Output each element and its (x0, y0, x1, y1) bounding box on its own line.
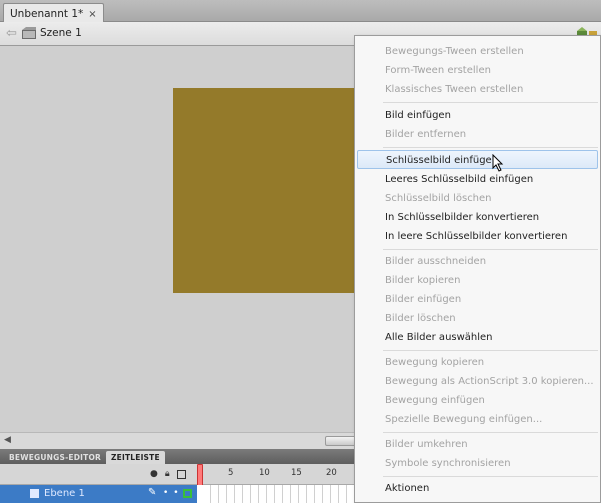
menu-separator (383, 432, 598, 433)
menu-separator (383, 147, 598, 148)
document-tab-title: Unbenannt 1* (10, 8, 84, 20)
outline-icon[interactable] (176, 470, 186, 479)
scroll-left-icon[interactable]: ◀ (4, 435, 11, 445)
pencil-icon: ✎ (148, 487, 157, 498)
tab-motion-editor[interactable]: BEWEGUNGS-EDITOR (4, 451, 106, 464)
layer-icon (30, 489, 39, 498)
menu-item[interactable]: Bewegung als ActionScript 3.0 kopieren..… (355, 372, 600, 391)
context-menu: Bewegungs-Tween erstellen Form-Tween erst… (354, 35, 601, 503)
menu-item[interactable]: Bilder löschen (355, 309, 600, 328)
mouse-cursor-icon (492, 154, 504, 172)
menu-item[interactable]: Schlüsselbild löschen (355, 189, 600, 208)
menu-item[interactable]: Bewegungs-Tween erstellen (355, 42, 600, 61)
menu-item[interactable]: In leere Schlüsselbilder konvertieren (355, 227, 600, 246)
eye-icon[interactable]: ● (150, 469, 158, 479)
layer-outline-color-icon[interactable] (183, 489, 192, 498)
layer-name-cell[interactable]: Ebene 1 ✎ •• (0, 485, 197, 503)
menu-item[interactable]: In Schlüsselbilder konvertieren (355, 208, 600, 227)
layer-visibility-dots[interactable]: •• (163, 488, 184, 498)
menu-separator (383, 102, 598, 103)
scene-icon (22, 27, 36, 39)
stage-shape[interactable] (173, 88, 368, 293)
close-icon[interactable]: × (88, 9, 96, 20)
menu-item[interactable]: Klassisches Tween erstellen (355, 80, 600, 99)
menu-item[interactable]: Bilder kopieren (355, 271, 600, 290)
menu-item[interactable]: Bild einfügen (355, 106, 600, 125)
layer-name[interactable]: Ebene 1 (44, 488, 85, 499)
document-tab[interactable]: Unbenannt 1* × (3, 3, 104, 22)
document-tab-bar: Unbenannt 1* × (0, 0, 601, 22)
frame-number: 20 (326, 468, 337, 478)
back-arrow-icon[interactable]: ⇦ (6, 26, 17, 41)
frame-ruler[interactable]: 5 10 15 20 (200, 464, 360, 485)
menu-item[interactable]: Aktionen (355, 479, 600, 498)
menu-item[interactable]: Bewegung kopieren (355, 353, 600, 372)
menu-item[interactable]: Alle Bilder auswählen (355, 328, 600, 347)
menu-item[interactable]: Form-Tween erstellen (355, 61, 600, 80)
menu-item[interactable]: Bilder ausschneiden (355, 252, 600, 271)
menu-item[interactable]: Bewegung einfügen (355, 391, 600, 410)
scene-label[interactable]: Szene 1 (40, 27, 82, 39)
menu-separator (383, 350, 598, 351)
menu-item[interactable]: Symbole synchronisieren (355, 454, 600, 473)
menu-item[interactable]: Bilder entfernen (355, 125, 600, 144)
frame-number: 15 (291, 468, 302, 478)
menu-item[interactable]: Spezielle Bewegung einfügen... (355, 410, 600, 429)
menu-separator (383, 476, 598, 477)
menu-separator (383, 249, 598, 250)
frame-number: 5 (228, 468, 234, 478)
layer-column-icons: ● 🔒︎ (150, 469, 186, 479)
lock-icon[interactable]: 🔒︎ (165, 469, 170, 479)
tab-timeline[interactable]: ZEITLEISTE (106, 451, 165, 464)
menu-item[interactable]: Leeres Schlüsselbild einfügen (355, 170, 600, 189)
menu-item[interactable]: Schlüsselbild einfügen (357, 150, 598, 169)
menu-item[interactable]: Bilder umkehren (355, 435, 600, 454)
frame-number: 10 (259, 468, 270, 478)
menu-item[interactable]: Bilder einfügen (355, 290, 600, 309)
